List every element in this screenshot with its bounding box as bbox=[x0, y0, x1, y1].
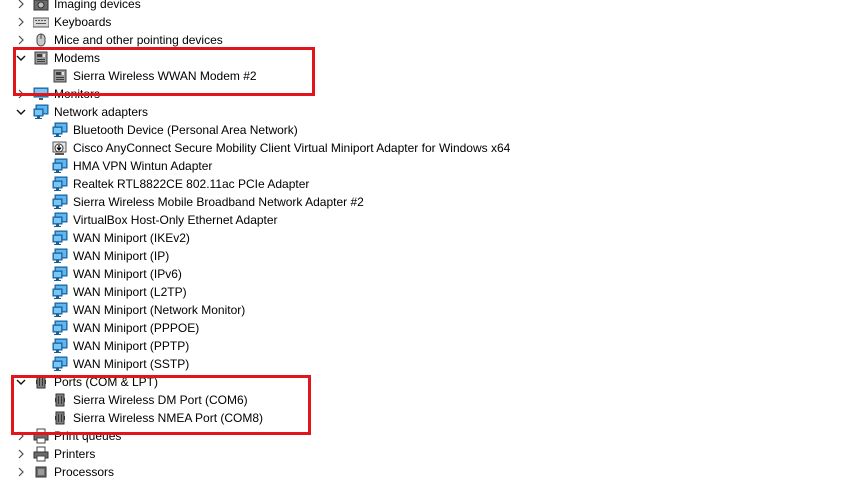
port-icon bbox=[52, 392, 68, 408]
printer-icon bbox=[33, 446, 49, 462]
tree-device-sierra-wireless-wwan-modem-2[interactable]: Sierra Wireless WWAN Modem #2 bbox=[0, 67, 848, 85]
tree-category-processors[interactable]: Processors bbox=[0, 463, 848, 481]
tree-category-imaging-devices[interactable]: Imaging devices bbox=[0, 0, 848, 13]
tree-category-ports-com-lpt[interactable]: Ports (COM & LPT) bbox=[0, 373, 848, 391]
network-adapter-icon bbox=[52, 194, 68, 210]
chevron-right-icon[interactable] bbox=[16, 427, 28, 445]
network-adapter-icon bbox=[52, 302, 68, 318]
network-adapter-icon bbox=[52, 176, 68, 192]
network-adapter-icon bbox=[52, 158, 68, 174]
tree-device-wan-miniport-pppoe[interactable]: WAN Miniport (PPPOE) bbox=[0, 319, 848, 337]
tree-item-label: Sierra Wireless WWAN Modem #2 bbox=[73, 69, 257, 83]
tree-device-wan-miniport-ikev2[interactable]: WAN Miniport (IKEv2) bbox=[0, 229, 848, 247]
imaging-icon bbox=[33, 0, 49, 12]
tree-device-sierra-wireless-mobile-broadband-network-adapter-2[interactable]: Sierra Wireless Mobile Broadband Network… bbox=[0, 193, 848, 211]
modem-icon bbox=[52, 68, 68, 84]
tree-device-wan-miniport-ipv6[interactable]: WAN Miniport (IPv6) bbox=[0, 265, 848, 283]
tree-item-label: WAN Miniport (SSTP) bbox=[73, 357, 190, 371]
tree-device-hma-vpn-wintun-adapter[interactable]: HMA VPN Wintun Adapter bbox=[0, 157, 848, 175]
port-icon bbox=[52, 410, 68, 426]
network-adapter-icon bbox=[33, 104, 49, 120]
chevron-right-icon[interactable] bbox=[16, 463, 28, 481]
tree-device-realtek-rtl8822ce-802-11ac-pcie-adapter[interactable]: Realtek RTL8822CE 802.11ac PCIe Adapter bbox=[0, 175, 848, 193]
tree-item-label: Imaging devices bbox=[54, 0, 141, 11]
tree-item-label: Cisco AnyConnect Secure Mobility Client … bbox=[73, 141, 511, 155]
chevron-right-icon[interactable] bbox=[16, 85, 28, 103]
tree-category-printers[interactable]: Printers bbox=[0, 445, 848, 463]
tree-item-label: WAN Miniport (Network Monitor) bbox=[73, 303, 246, 317]
tree-device-cisco-anyconnect-secure-mobility-client-virtual-miniport-adapter-for-windows-x64[interactable]: Cisco AnyConnect Secure Mobility Client … bbox=[0, 139, 848, 157]
network-adapter-icon bbox=[52, 230, 68, 246]
network-adapter-icon bbox=[52, 284, 68, 300]
tree-item-label: WAN Miniport (IKEv2) bbox=[73, 231, 190, 245]
tree-category-network-adapters[interactable]: Network adapters bbox=[0, 103, 848, 121]
network-adapter-icon bbox=[52, 338, 68, 354]
chevron-right-icon[interactable] bbox=[16, 445, 28, 463]
tree-item-label: Printers bbox=[54, 447, 96, 461]
port-icon bbox=[33, 374, 49, 390]
tree-device-wan-miniport-sstp[interactable]: WAN Miniport (SSTP) bbox=[0, 355, 848, 373]
tree-item-label: WAN Miniport (IP) bbox=[73, 249, 170, 263]
tree-item-label: Sierra Wireless DM Port (COM6) bbox=[73, 393, 248, 407]
network-adapter-disabled-icon bbox=[52, 140, 68, 156]
tree-device-wan-miniport-ip[interactable]: WAN Miniport (IP) bbox=[0, 247, 848, 265]
tree-device-sierra-wireless-nmea-port-com8[interactable]: Sierra Wireless NMEA Port (COM8) bbox=[0, 409, 848, 427]
tree-item-label: HMA VPN Wintun Adapter bbox=[73, 159, 213, 173]
tree-category-monitors[interactable]: Monitors bbox=[0, 85, 848, 103]
tree-device-wan-miniport-pptp[interactable]: WAN Miniport (PPTP) bbox=[0, 337, 848, 355]
tree-category-modems[interactable]: Modems bbox=[0, 49, 848, 67]
tree-device-sierra-wireless-dm-port-com6[interactable]: Sierra Wireless DM Port (COM6) bbox=[0, 391, 848, 409]
network-adapter-icon bbox=[52, 212, 68, 228]
tree-item-label: WAN Miniport (IPv6) bbox=[73, 267, 182, 281]
tree-device-virtualbox-host-only-ethernet-adapter[interactable]: VirtualBox Host-Only Ethernet Adapter bbox=[0, 211, 848, 229]
chevron-down-icon[interactable] bbox=[16, 49, 28, 67]
tree-device-wan-miniport-network-monitor[interactable]: WAN Miniport (Network Monitor) bbox=[0, 301, 848, 319]
chevron-right-icon[interactable] bbox=[16, 0, 28, 13]
processor-icon bbox=[33, 464, 49, 480]
tree-item-label: Realtek RTL8822CE 802.11ac PCIe Adapter bbox=[73, 177, 310, 191]
chevron-right-icon[interactable] bbox=[16, 13, 28, 31]
tree-item-label: Modems bbox=[54, 51, 101, 65]
tree-item-label: Print queues bbox=[54, 429, 122, 443]
monitor-icon bbox=[33, 86, 49, 102]
network-adapter-icon bbox=[52, 320, 68, 336]
tree-category-mice-and-other-pointing-devices[interactable]: Mice and other pointing devices bbox=[0, 31, 848, 49]
chevron-right-icon[interactable] bbox=[16, 31, 28, 49]
printer-icon bbox=[33, 428, 49, 444]
tree-item-label: Sierra Wireless Mobile Broadband Network… bbox=[73, 195, 364, 209]
modem-icon bbox=[33, 50, 49, 66]
network-adapter-icon bbox=[52, 356, 68, 372]
network-adapter-icon bbox=[52, 248, 68, 264]
tree-item-label: VirtualBox Host-Only Ethernet Adapter bbox=[73, 213, 278, 227]
tree-item-label: WAN Miniport (L2TP) bbox=[73, 285, 187, 299]
tree-item-label: Processors bbox=[54, 465, 115, 479]
mouse-icon bbox=[33, 32, 49, 48]
tree-device-bluetooth-device-personal-area-network[interactable]: Bluetooth Device (Personal Area Network) bbox=[0, 121, 848, 139]
tree-category-print-queues[interactable]: Print queues bbox=[0, 427, 848, 445]
tree-device-wan-miniport-l2tp[interactable]: WAN Miniport (L2TP) bbox=[0, 283, 848, 301]
tree-item-label: Ports (COM & LPT) bbox=[54, 375, 159, 389]
tree-item-label: WAN Miniport (PPPOE) bbox=[73, 321, 200, 335]
tree-category-keyboards[interactable]: Keyboards bbox=[0, 13, 848, 31]
chevron-down-icon[interactable] bbox=[16, 373, 28, 391]
tree-item-label: Mice and other pointing devices bbox=[54, 33, 223, 47]
tree-item-label: Bluetooth Device (Personal Area Network) bbox=[73, 123, 298, 137]
network-adapter-icon bbox=[52, 266, 68, 282]
tree-item-label: WAN Miniport (PPTP) bbox=[73, 339, 190, 353]
chevron-down-icon[interactable] bbox=[16, 103, 28, 121]
network-adapter-icon bbox=[52, 122, 68, 138]
tree-item-label: Network adapters bbox=[54, 105, 149, 119]
tree-item-label: Monitors bbox=[54, 87, 101, 101]
keyboard-icon bbox=[32, 14, 50, 30]
device-tree[interactable]: Imaging devices Keyboards Mice and other p… bbox=[0, 0, 848, 481]
tree-item-label: Keyboards bbox=[54, 15, 112, 29]
tree-item-label: Sierra Wireless NMEA Port (COM8) bbox=[73, 411, 264, 425]
